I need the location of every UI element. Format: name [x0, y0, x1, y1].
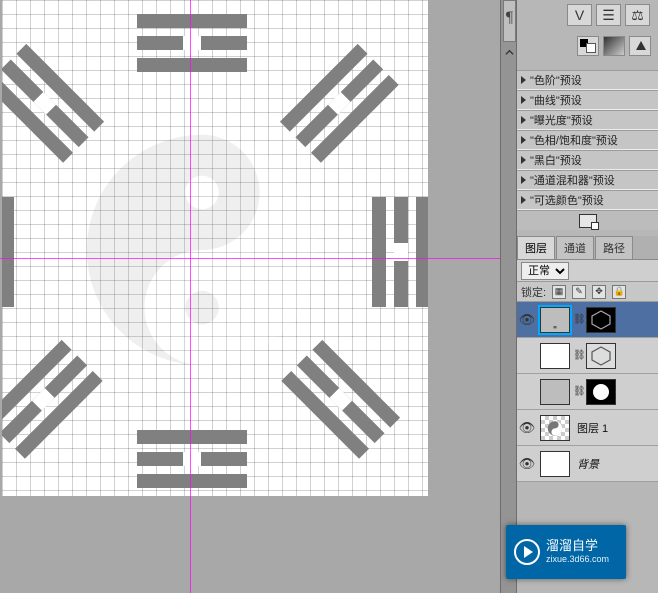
- gradient-icon[interactable]: [603, 36, 625, 56]
- preset-bw[interactable]: "黑白"预设: [517, 150, 658, 170]
- balance-icon: ⚖: [631, 7, 644, 24]
- v-icon: V: [575, 7, 584, 23]
- preset-label: "色阶"预设: [530, 72, 582, 88]
- preset-levels[interactable]: "色阶"预设: [517, 70, 658, 90]
- preset-label: "可选颜色"预设: [530, 192, 604, 208]
- balance-tool-button[interactable]: ⚖: [625, 4, 650, 26]
- tab-paths[interactable]: 路径: [595, 236, 633, 259]
- collapsed-dock[interactable]: ¶: [500, 0, 517, 593]
- adjustment-layer-icon: [579, 214, 597, 228]
- preset-label: "曝光度"预设: [530, 112, 593, 128]
- play-icon: [514, 539, 540, 565]
- guide-vertical[interactable]: [190, 0, 191, 593]
- expand-arrow-icon[interactable]: [505, 48, 514, 57]
- blend-mode-select[interactable]: 正常: [521, 262, 569, 280]
- disclosure-triangle-icon: [521, 156, 526, 164]
- tab-label: 路径: [603, 243, 625, 255]
- link-icon[interactable]: ⛓: [573, 314, 583, 325]
- watermark-badge: 溜溜自学 zixue.3d66.com: [506, 525, 626, 579]
- levels-tool-button[interactable]: ☰: [596, 4, 621, 26]
- paragraph-icon: ¶: [504, 9, 515, 27]
- pilcrow-button[interactable]: ¶: [503, 0, 516, 42]
- yinyang-ghost: [82, 130, 322, 370]
- tab-channels[interactable]: 通道: [556, 236, 594, 259]
- disclosure-triangle-icon: [521, 176, 526, 184]
- link-icon[interactable]: ⛓: [573, 350, 583, 361]
- preset-hue-sat[interactable]: "色相/饱和度"预设: [517, 130, 658, 150]
- presets-accordion: "色阶"预设 "曲线"预设 "曝光度"预设 "色相/饱和度"预设 "黑白"预设 …: [517, 70, 658, 210]
- levels-icon: ☰: [602, 7, 615, 24]
- preset-label: "色相/饱和度"预设: [530, 132, 618, 148]
- vibrance-tool-button[interactable]: V: [567, 4, 592, 26]
- guide-horizontal[interactable]: [0, 258, 500, 259]
- posterize-icon[interactable]: [629, 36, 651, 56]
- layer-mask-thumbnail[interactable]: [586, 307, 616, 333]
- layer-name[interactable]: 背景: [577, 456, 599, 472]
- lock-options-row: 锁定: ▦ ✎ ✥ 🔒: [517, 282, 658, 302]
- layer-row[interactable]: 👁 ⛓: [517, 302, 658, 338]
- preset-label: "通道混和器"预设: [530, 172, 615, 188]
- visibility-toggle[interactable]: 👁: [517, 420, 537, 436]
- layer-thumbnail[interactable]: [540, 307, 570, 333]
- layer-thumbnail[interactable]: [540, 415, 570, 441]
- disclosure-triangle-icon: [521, 76, 526, 84]
- preset-label: "曲线"预设: [530, 92, 582, 108]
- adjustment-shortcut-row-2: [577, 36, 654, 56]
- layer-thumbnail[interactable]: [540, 343, 570, 369]
- watermark-brand: 溜溜自学: [546, 539, 609, 554]
- visibility-toggle[interactable]: 👁: [517, 384, 537, 400]
- visibility-toggle[interactable]: 👁: [517, 456, 537, 472]
- preset-channel-mixer[interactable]: "通道混和器"预设: [517, 170, 658, 190]
- lock-pixels-button[interactable]: ✎: [572, 285, 586, 299]
- layer-row[interactable]: 👁 ⛓: [517, 338, 658, 374]
- tab-layers[interactable]: 图层: [517, 236, 555, 259]
- disclosure-triangle-icon: [521, 96, 526, 104]
- link-icon[interactable]: ⛓: [573, 386, 583, 397]
- document-canvas[interactable]: [2, 0, 428, 496]
- lock-all-button[interactable]: 🔒: [612, 285, 626, 299]
- visibility-toggle[interactable]: 👁: [517, 348, 537, 364]
- disclosure-triangle-icon: [521, 136, 526, 144]
- watermark-url: zixue.3d66.com: [546, 554, 609, 564]
- adjustment-shortcut-row-1: V ☰ ⚖: [567, 4, 654, 26]
- layers-list: 👁 ⛓ 👁 ⛓ 👁 ⛓: [517, 302, 658, 482]
- disclosure-triangle-icon: [521, 196, 526, 204]
- preset-label: "黑白"预设: [530, 152, 582, 168]
- foreground-background-icon[interactable]: [577, 36, 599, 56]
- lock-transparency-button[interactable]: ▦: [552, 285, 566, 299]
- tab-label: 图层: [525, 243, 547, 255]
- preset-selective-color[interactable]: "可选颜色"预设: [517, 190, 658, 210]
- layer-thumbnail[interactable]: [540, 379, 570, 405]
- lock-position-button[interactable]: ✥: [592, 285, 606, 299]
- new-adjustment-layer-button[interactable]: [517, 210, 658, 230]
- layer-name[interactable]: 图层 1: [577, 420, 608, 436]
- right-panel-column: V ☰ ⚖ "色阶"预设 "曲线"预设 "曝光度"预设 "色相/饱和度"预设 "…: [517, 0, 658, 593]
- panel-tabs: 图层 通道 路径: [517, 236, 658, 260]
- lock-label: 锁定:: [521, 284, 546, 300]
- layer-mask-thumbnail[interactable]: [586, 379, 616, 405]
- canvas-area[interactable]: [0, 0, 500, 593]
- visibility-toggle[interactable]: 👁: [517, 312, 537, 328]
- layer-thumbnail[interactable]: [540, 451, 570, 477]
- preset-exposure[interactable]: "曝光度"预设: [517, 110, 658, 130]
- tab-label: 通道: [564, 243, 586, 255]
- disclosure-triangle-icon: [521, 116, 526, 124]
- layer-row[interactable]: 👁 背景: [517, 446, 658, 482]
- layer-row[interactable]: 👁 图层 1: [517, 410, 658, 446]
- layer-mask-thumbnail[interactable]: [586, 343, 616, 369]
- preset-curves[interactable]: "曲线"预设: [517, 90, 658, 110]
- layer-row[interactable]: 👁 ⛓: [517, 374, 658, 410]
- blend-mode-row: 正常: [517, 260, 658, 282]
